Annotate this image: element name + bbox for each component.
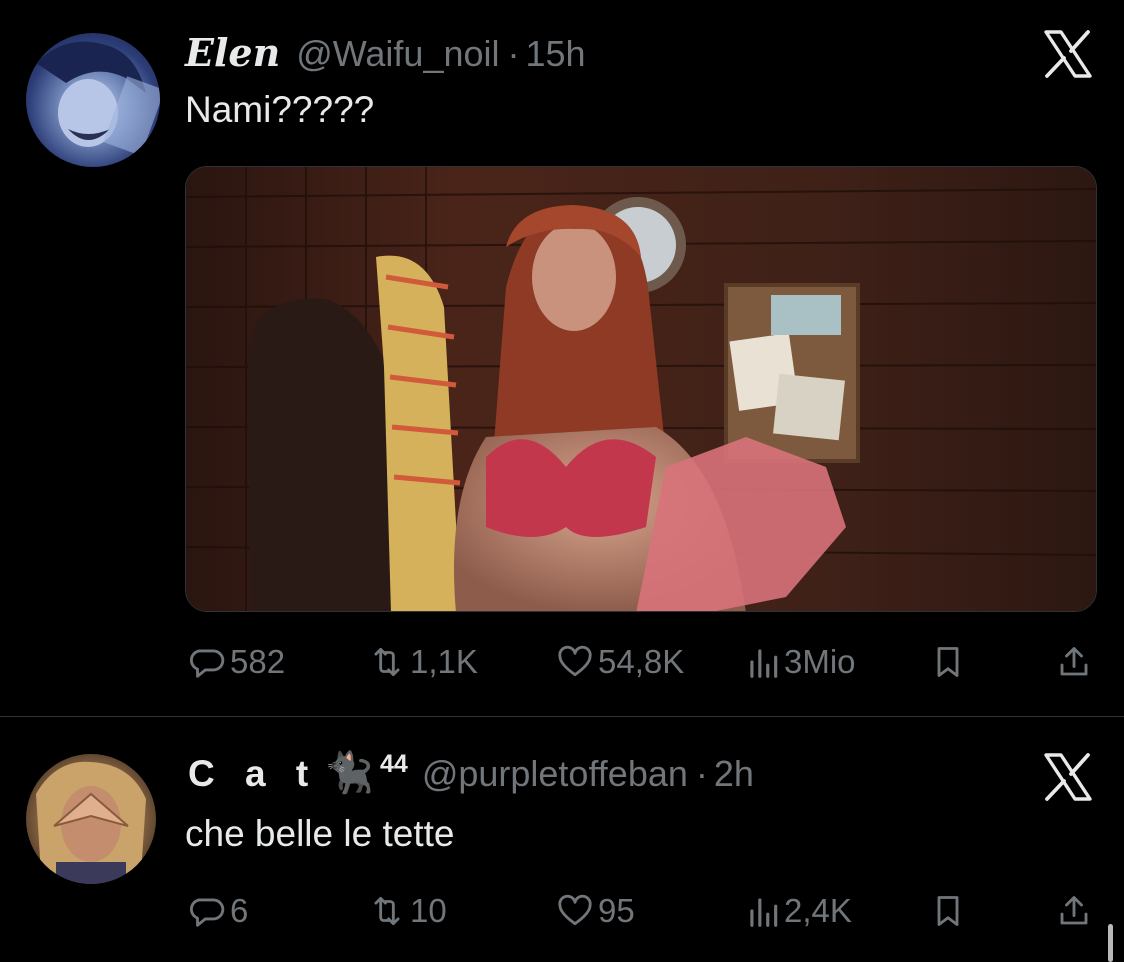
timestamp[interactable]: 2h (714, 753, 754, 795)
reply-button[interactable]: 582 (188, 643, 285, 681)
tweet-media[interactable] (185, 166, 1097, 612)
tweet-actions: 582 1,1K 54,8K 3Mio (0, 643, 1124, 687)
reply-count: 582 (230, 643, 286, 680)
display-name[interactable]: Elen (185, 30, 280, 75)
handle[interactable]: @purpletoffeban (422, 753, 688, 795)
avatar[interactable] (26, 754, 156, 884)
avatar-image (36, 761, 146, 884)
like-count: 95 (598, 892, 635, 929)
name-superscript: 44 (380, 750, 408, 778)
tweet-header: C a t 🐈‍⬛ 44 @purpletoffeban · 2h (188, 749, 754, 803)
tweet-actions: 6 10 95 2,4K (0, 892, 1124, 936)
bookmark-button[interactable] (930, 892, 966, 930)
share-button[interactable] (1056, 892, 1092, 930)
share-button[interactable] (1056, 643, 1092, 681)
cat-emoji: 🐈‍⬛ (324, 751, 374, 795)
tweet-text: Nami????? (185, 89, 375, 130)
share-icon (1060, 896, 1088, 925)
reply-icon (189, 649, 225, 678)
views-button[interactable]: 2,4K (746, 892, 852, 930)
tweet-1[interactable]: Elen @Waifu_noil · 15h Nami????? 582 1,1… (0, 0, 1124, 716)
separator-dot: · (695, 753, 708, 794)
views-button[interactable]: 3Mio (746, 643, 856, 681)
separator-dot: · (507, 33, 520, 74)
reply-icon (189, 898, 225, 927)
like-count: 54,8K (598, 643, 685, 680)
x-logo-icon (1044, 30, 1092, 78)
tweet-2[interactable]: C a t 🐈‍⬛ 44 @purpletoffeban · 2h che be… (0, 717, 1124, 962)
scrollbar[interactable] (1108, 924, 1113, 962)
repost-icon (374, 647, 400, 677)
like-button[interactable]: 95 (556, 892, 635, 930)
repost-count: 1,1K (410, 643, 478, 680)
repost-icon (374, 896, 400, 926)
share-icon (1060, 647, 1088, 676)
views-count: 3Mio (784, 643, 856, 680)
tweet-text: che belle le tette (185, 813, 455, 854)
like-button[interactable]: 54,8K (556, 643, 684, 681)
bookmark-button[interactable] (930, 643, 966, 681)
heart-icon (558, 894, 592, 926)
views-count: 2,4K (784, 892, 852, 929)
display-name[interactable]: C a t (188, 753, 318, 795)
bookmark-icon (937, 896, 959, 926)
reply-button[interactable]: 6 (188, 892, 248, 930)
repost-button[interactable]: 1,1K (368, 643, 478, 681)
bookmark-icon (937, 647, 959, 677)
reply-count: 6 (230, 892, 249, 929)
repost-button[interactable]: 10 (368, 892, 447, 930)
media-image (186, 167, 1096, 611)
x-logo-icon (1044, 753, 1092, 801)
handle[interactable]: @Waifu_noil (296, 33, 499, 75)
views-icon (750, 649, 778, 678)
tweet-header: Elen @Waifu_noil · 15h (185, 30, 586, 78)
timestamp[interactable]: 15h (526, 33, 586, 75)
avatar[interactable] (26, 33, 160, 167)
heart-icon (558, 645, 592, 677)
views-icon (750, 898, 778, 927)
avatar-image (36, 41, 160, 156)
repost-count: 10 (410, 892, 447, 929)
